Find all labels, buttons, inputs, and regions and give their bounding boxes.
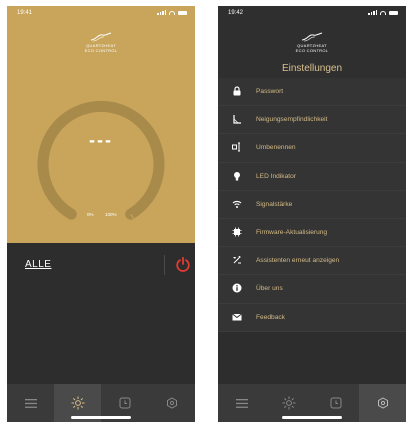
- cell-signal-icon: [368, 10, 377, 15]
- menu-item-label: Neigungsempfindlichkeit: [256, 116, 328, 124]
- status-bar: 19:42: [218, 6, 406, 20]
- chip-icon: [232, 227, 242, 237]
- assistant-icon: [233, 256, 241, 264]
- power-icon[interactable]: [175, 256, 191, 272]
- settings-menu: Passwort Neigungsempfindlichkeit Umbenen…: [218, 78, 406, 332]
- menu-icon: [24, 398, 37, 408]
- status-time: 19:42: [228, 10, 244, 16]
- settings-hex-icon: [377, 397, 388, 409]
- tab-menu[interactable]: [7, 384, 54, 422]
- clock-icon: [330, 397, 341, 409]
- menu-item-signal[interactable]: Signalstärke: [218, 190, 406, 219]
- home-indicator: [282, 416, 342, 419]
- rename-icon: [232, 142, 240, 152]
- gauge-min-label: 0%: [87, 212, 94, 217]
- divider: [164, 255, 165, 275]
- tab-menu[interactable]: [218, 384, 265, 422]
- menu-item-led[interactable]: LED Indikator: [218, 162, 406, 191]
- info-icon: [232, 283, 242, 293]
- logo-line2: ECO CONTROL: [295, 48, 329, 53]
- home-screen: 19:41 QUARTZHEAT ECO CONTROL --- 0% 100%…: [7, 6, 195, 422]
- menu-item-assistant[interactable]: Assistenten erneut anzeigen: [218, 247, 406, 276]
- menu-item-label: Passwort: [256, 88, 284, 96]
- device-group-selector[interactable]: ALLE: [25, 259, 51, 270]
- menu-item-tilt[interactable]: Neigungsempfindlichkeit: [218, 106, 406, 135]
- battery-icon: [389, 10, 398, 15]
- menu-item-rename[interactable]: Umbenennen: [218, 134, 406, 163]
- logo-wave-icon: [301, 32, 323, 42]
- lock-icon: [233, 86, 241, 96]
- brand-logo: QUARTZHEAT ECO CONTROL: [218, 32, 406, 53]
- sun-icon: [282, 396, 295, 410]
- bulb-icon: [234, 171, 240, 181]
- settings-screen: 19:42 QUARTZHEAT ECO CONTROL Einstellung…: [218, 6, 406, 422]
- gauge-value: ---: [89, 130, 113, 150]
- menu-item-label: Firmware-Aktualisierung: [256, 229, 328, 237]
- menu-item-label: Assistenten erneut anzeigen: [256, 257, 340, 265]
- clock-icon: [119, 397, 130, 409]
- menu-icon: [235, 398, 248, 408]
- page-title: Einstellungen: [281, 63, 343, 74]
- wifi-status-icon: [380, 10, 386, 15]
- power-gauge[interactable]: [7, 6, 195, 243]
- menu-item-label: Umbenennen: [256, 144, 296, 152]
- menu-item-feedback[interactable]: Feedback: [218, 303, 406, 332]
- menu-item-about[interactable]: Über uns: [218, 275, 406, 304]
- home-indicator: [71, 416, 131, 419]
- menu-item-label: Feedback: [256, 313, 285, 321]
- sun-icon: [71, 396, 84, 410]
- menu-item-label: Über uns: [256, 285, 283, 293]
- tilt-icon: [233, 115, 241, 124]
- mail-icon: [232, 313, 242, 320]
- wifi-icon: [232, 200, 242, 208]
- menu-item-label: Signalstärke: [256, 200, 293, 208]
- menu-item-password[interactable]: Passwort: [218, 78, 406, 107]
- menu-item-firmware[interactable]: Firmware-Aktualisierung: [218, 218, 406, 248]
- tab-settings[interactable]: [359, 384, 406, 422]
- settings-hex-icon: [166, 397, 177, 409]
- menu-item-label: LED Indikator: [256, 172, 296, 180]
- gauge-max-label: 100%: [105, 212, 117, 217]
- tab-settings[interactable]: [148, 384, 195, 422]
